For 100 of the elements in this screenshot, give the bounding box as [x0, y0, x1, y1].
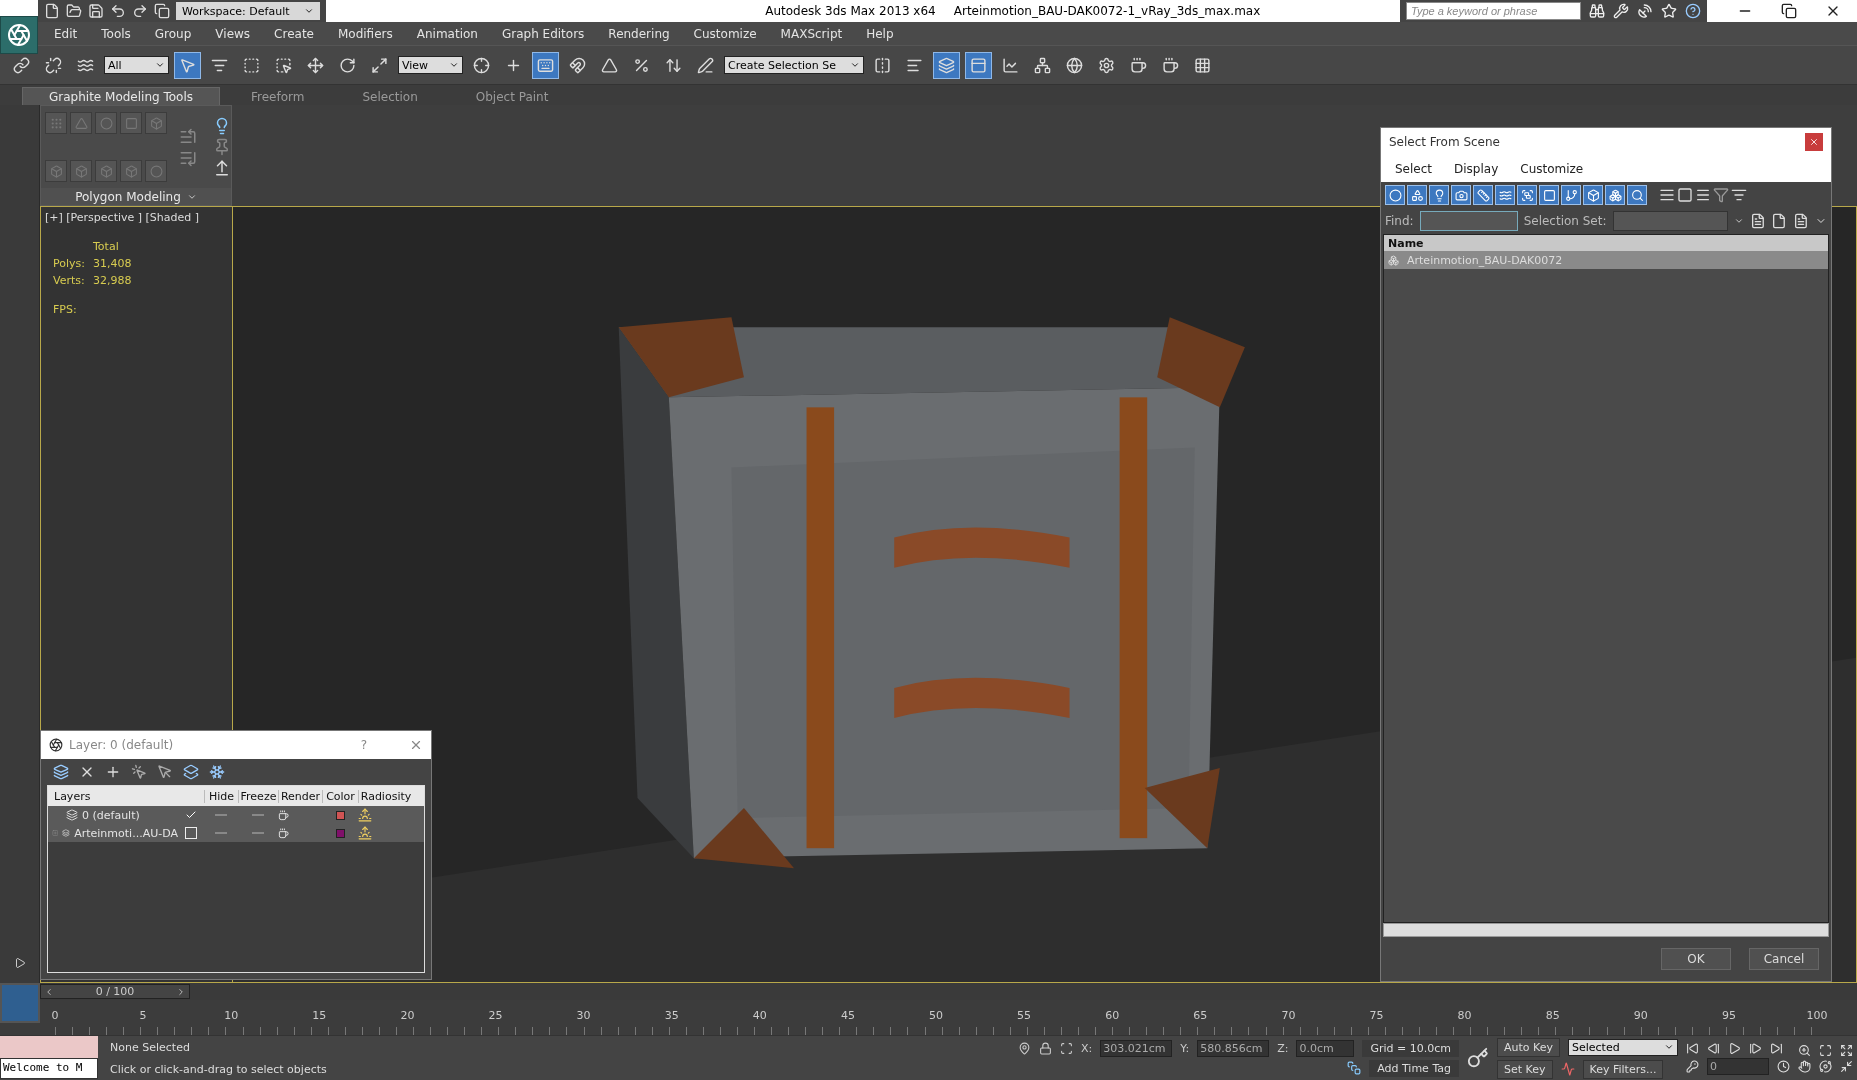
- set-key-button[interactable]: Set Key: [1497, 1059, 1553, 1079]
- auto-key-button[interactable]: Auto Key: [1497, 1037, 1560, 1057]
- key-mode-dropdown[interactable]: Selected: [1568, 1038, 1678, 1056]
- satellite-icon[interactable]: [1637, 3, 1653, 19]
- layer-name[interactable]: 0 (default): [82, 808, 140, 822]
- column-header[interactable]: Layers: [48, 789, 178, 803]
- star-icon[interactable]: [1661, 3, 1677, 19]
- menu-item[interactable]: Modifiers: [337, 26, 393, 41]
- maximize-viewport-icon[interactable]: [1840, 1059, 1853, 1073]
- filter-toggle[interactable]: [1385, 185, 1405, 205]
- freeze-icon[interactable]: [209, 764, 225, 780]
- restore-icon[interactable]: [1781, 3, 1797, 19]
- time-tag-icon[interactable]: [1347, 1061, 1362, 1075]
- filter-toggle[interactable]: [1561, 185, 1581, 205]
- menu-item[interactable]: Customize: [1520, 162, 1584, 176]
- menu-item[interactable]: Rendering: [608, 26, 670, 41]
- menu-item[interactable]: MAXScript: [780, 26, 843, 41]
- select-button[interactable]: [174, 51, 201, 79]
- open-folder-icon[interactable]: [66, 3, 82, 19]
- column-header[interactable]: Color: [322, 789, 358, 803]
- toolbar-dropdown[interactable]: Create Selection Se: [724, 56, 864, 74]
- horizontal-scrollbar[interactable]: [1383, 923, 1829, 937]
- save-icon[interactable]: [88, 3, 104, 19]
- zoom-extents-icon[interactable]: [1819, 1043, 1832, 1057]
- key-icon[interactable]: [1467, 1047, 1489, 1069]
- document-icon[interactable]: [1749, 213, 1766, 229]
- menu-item[interactable]: Select: [1395, 162, 1433, 176]
- ok-button[interactable]: OK: [1661, 948, 1731, 970]
- go-to-start-icon[interactable]: [1686, 1041, 1699, 1055]
- filter-toggle[interactable]: [1429, 185, 1449, 205]
- collapse-icon[interactable]: [213, 159, 231, 177]
- menu-item[interactable]: Edit: [54, 26, 78, 41]
- viewport-label[interactable]: [+] [Perspective ] [Shaded ]: [45, 211, 228, 224]
- x-field[interactable]: 303.021cm: [1100, 1039, 1173, 1057]
- frame-field[interactable]: 0: [1707, 1057, 1769, 1075]
- workspace-dropdown[interactable]: Workspace: Default: [176, 2, 320, 20]
- close-button[interactable]: [1805, 133, 1823, 151]
- ribbon-tab[interactable]: Graphite Modeling Tools: [22, 87, 220, 105]
- menu-item[interactable]: Animation: [416, 26, 478, 41]
- filter-icon[interactable]: [1713, 187, 1729, 203]
- subobject-button[interactable]: [120, 112, 142, 134]
- filter-toggle[interactable]: [1583, 185, 1603, 205]
- previous-frame-icon[interactable]: [1707, 1041, 1720, 1055]
- list-icon[interactable]: [1659, 187, 1675, 203]
- absolute-mode-icon[interactable]: [1060, 1041, 1073, 1055]
- filter-toggle[interactable]: [1605, 185, 1625, 205]
- time-tag[interactable]: Add Time Tag: [1369, 1059, 1459, 1077]
- curve-icon[interactable]: [1560, 1062, 1575, 1076]
- column-header[interactable]: Render: [278, 789, 322, 803]
- pan-icon[interactable]: [1798, 1059, 1811, 1073]
- time-config-icon[interactable]: [1777, 1059, 1790, 1073]
- menu-item[interactable]: Customize: [693, 26, 757, 41]
- menu-item[interactable]: Help: [866, 26, 894, 41]
- redo-icon[interactable]: [132, 3, 148, 19]
- filter-toggle[interactable]: [1627, 185, 1647, 205]
- script-listener[interactable]: Welcome to M: [0, 1058, 98, 1079]
- filter-toggle[interactable]: [1517, 185, 1537, 205]
- select-none-icon[interactable]: [1677, 187, 1693, 203]
- radiosity-icon[interactable]: [358, 826, 372, 840]
- menu-item[interactable]: Group: [154, 26, 192, 41]
- invert-icon[interactable]: [1695, 187, 1711, 203]
- filter-toggle[interactable]: [1407, 185, 1427, 205]
- help-button[interactable]: ?: [360, 738, 367, 752]
- menu-item[interactable]: Display: [1454, 162, 1499, 176]
- menu-item[interactable]: Graph Editors: [501, 26, 585, 41]
- menu-item[interactable]: Tools: [101, 26, 131, 41]
- toolbar-dropdown[interactable]: View: [398, 56, 463, 74]
- zoom-all-icon[interactable]: [1840, 1043, 1853, 1057]
- color-swatch[interactable]: [335, 828, 345, 838]
- layer-button[interactable]: [933, 51, 960, 79]
- undo-icon[interactable]: [110, 3, 126, 19]
- subobject-button[interactable]: [70, 112, 92, 134]
- menu-item[interactable]: Create: [274, 26, 314, 41]
- add-icon[interactable]: [105, 764, 121, 780]
- column-header[interactable]: Radiosity: [358, 789, 413, 803]
- document-icon[interactable]: [1793, 213, 1810, 229]
- column-header[interactable]: Name: [1384, 235, 1828, 251]
- keyboard-shortcut-button[interactable]: [532, 51, 559, 79]
- binoculars-icon[interactable]: [1589, 3, 1605, 19]
- ribbon-tab[interactable]: Freeform: [224, 87, 332, 105]
- app-logo[interactable]: [0, 16, 38, 54]
- list-up-icon[interactable]: [179, 127, 197, 146]
- ribbon-tab[interactable]: Selection: [335, 87, 445, 105]
- new-file-icon[interactable]: [44, 3, 60, 19]
- next-frame-icon[interactable]: [1749, 1041, 1762, 1055]
- wrench-icon[interactable]: [1613, 3, 1629, 19]
- go-to-end-icon[interactable]: [1770, 1041, 1783, 1055]
- document-icon[interactable]: [1771, 213, 1788, 229]
- filter-toggle[interactable]: [1495, 185, 1515, 205]
- help-icon[interactable]: [1685, 3, 1701, 19]
- y-field[interactable]: 580.856cm: [1197, 1039, 1270, 1057]
- key-mode-icon[interactable]: [1686, 1059, 1699, 1073]
- orbit-icon[interactable]: [1819, 1059, 1832, 1073]
- toolbar-dropdown[interactable]: All: [104, 56, 169, 74]
- menu-item[interactable]: Views: [215, 26, 251, 41]
- search-field[interactable]: Type a keyword or phrase: [1406, 2, 1581, 20]
- lock-icon[interactable]: [1039, 1041, 1052, 1055]
- filter-toggle[interactable]: [1539, 185, 1559, 205]
- color-swatch[interactable]: [335, 810, 345, 820]
- pin-icon[interactable]: [1018, 1041, 1031, 1055]
